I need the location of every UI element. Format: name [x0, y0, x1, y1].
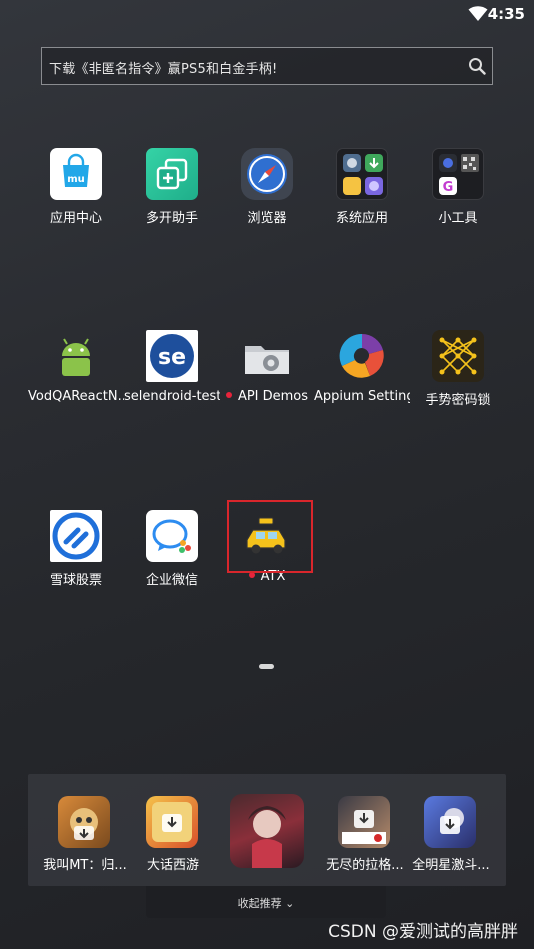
search-icon[interactable] — [468, 57, 486, 75]
app-label: Appium Settings — [314, 389, 410, 404]
browser-compass-icon — [241, 148, 293, 200]
dock-app-label: 全明星激斗... — [412, 858, 490, 873]
page-indicator — [259, 664, 274, 669]
wecom-icon — [146, 510, 198, 562]
search-placeholder: 下载《非匿名指令》赢PS5和白金手柄! — [49, 62, 278, 77]
app-label: 雪球股票 — [49, 573, 102, 588]
app-label: API Demos — [219, 389, 315, 404]
folder-tools[interactable]: G 小工具 — [410, 148, 506, 238]
featured-game-icon[interactable] — [230, 794, 304, 868]
folder-system-apps[interactable]: 系统应用 — [314, 148, 410, 238]
new-install-dot — [225, 391, 232, 398]
folder-icon: G — [432, 148, 484, 200]
app-app-center[interactable]: mu 应用中心 — [28, 148, 124, 238]
selendroid-icon: se — [146, 330, 198, 382]
collapse-label: 收起推荐 ⌄ — [146, 895, 386, 911]
recommend-dock: 我叫MT：归... 大话西游 无尽的拉格... 全明星激斗... — [28, 774, 506, 886]
status-time: 4:35 — [487, 5, 525, 23]
app-appium-settings[interactable]: Appium Settings — [314, 330, 410, 420]
search-bar[interactable]: 下载《非匿名指令》赢PS5和白金手柄! — [41, 47, 493, 85]
folder-label: 系统应用 — [335, 211, 388, 226]
app-center-icon: mu — [50, 148, 102, 200]
chevron-down-icon: ⌄ — [285, 897, 295, 910]
svg-text:mu: mu — [67, 174, 85, 185]
app-label: 应用中心 — [49, 211, 102, 226]
dock-app-lagrange[interactable]: 无尽的拉格... — [320, 774, 410, 873]
app-gesture-lock[interactable]: 手势密码锁 — [410, 330, 506, 420]
svg-text:G: G — [443, 180, 454, 195]
app-api-demos[interactable]: API Demos — [219, 330, 315, 420]
folder-icon — [336, 148, 388, 200]
appium-icon — [336, 330, 388, 382]
multi-open-icon — [146, 148, 198, 200]
dock-app-label: 我叫MT：归... — [43, 858, 127, 873]
folder-label: 小工具 — [438, 211, 478, 226]
app-label: selendroid-test... — [124, 389, 220, 404]
dock-app-dahua[interactable]: 大话西游 — [128, 774, 218, 873]
folder-gear-icon — [241, 330, 293, 382]
xueqiu-icon — [50, 510, 102, 562]
app-label: 浏览器 — [247, 211, 287, 226]
gesture-pattern-icon — [432, 330, 484, 382]
app-label: VodQAReactN... — [28, 389, 124, 404]
app-label-text: API Demos — [237, 389, 309, 404]
status-bar: 4:35 — [0, 0, 534, 30]
app-label: 手势密码锁 — [425, 393, 491, 408]
app-xueqiu[interactable]: 雪球股票 — [28, 510, 124, 600]
app-label: 多开助手 — [145, 211, 198, 226]
app-label: 企业微信 — [145, 573, 198, 588]
app-multi-open[interactable]: 多开助手 — [124, 148, 220, 238]
collapse-label-text: 收起推荐 — [237, 897, 282, 910]
collapse-recommend-button[interactable]: 收起推荐 ⌄ — [146, 886, 386, 918]
app-selendroid[interactable]: se selendroid-test... — [124, 330, 220, 420]
app-vodqa[interactable]: VodQAReactN... — [28, 330, 124, 420]
dock-app-label: 无尽的拉格... — [326, 858, 404, 873]
game-dahua-icon — [146, 796, 198, 848]
game-lagrange-icon — [338, 796, 390, 848]
dock-app-mt[interactable]: 我叫MT：归... — [40, 774, 130, 873]
app-browser[interactable]: 浏览器 — [219, 148, 315, 238]
svg-text:se: se — [158, 345, 186, 370]
dock-app-allstar[interactable]: 全明星激斗... — [406, 774, 496, 873]
game-mt-icon — [58, 796, 110, 848]
wifi-icon — [468, 6, 488, 21]
dock-app-label: 大话西游 — [146, 858, 199, 873]
game-allstar-icon — [424, 796, 476, 848]
watermark: CSDN @爱测试的高胖胖 — [328, 922, 518, 942]
app-wecom[interactable]: 企业微信 — [124, 510, 220, 600]
android-robot-icon — [50, 330, 102, 382]
atx-highlight-box — [227, 500, 313, 573]
